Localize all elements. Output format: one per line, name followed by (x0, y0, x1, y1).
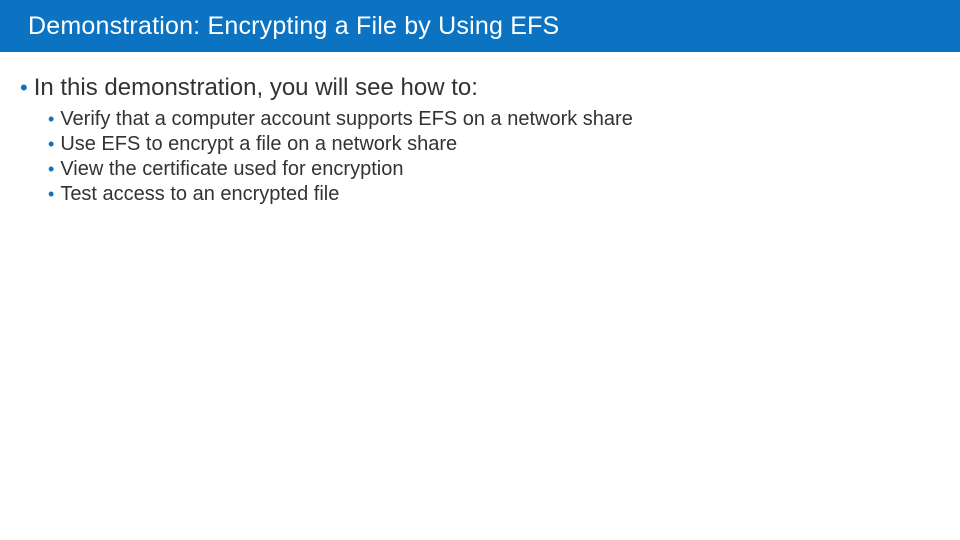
bullet-icon: • (20, 77, 28, 99)
bullet-icon: • (48, 135, 54, 153)
intro-text: In this demonstration, you will see how … (34, 74, 478, 102)
slide-title: Demonstration: Encrypting a File by Usin… (28, 12, 559, 41)
bullet-icon: • (48, 160, 54, 178)
intro-line: • In this demonstration, you will see ho… (20, 74, 940, 102)
title-bar: Demonstration: Encrypting a File by Usin… (0, 0, 960, 52)
list-item-text: View the certificate used for encryption (60, 158, 403, 181)
list-item: • Use EFS to encrypt a file on a network… (48, 133, 940, 156)
list-item-text: Use EFS to encrypt a file on a network s… (60, 133, 457, 156)
bullet-icon: • (48, 110, 54, 128)
slide: Demonstration: Encrypting a File by Usin… (0, 0, 960, 540)
list-item: • Verify that a computer account support… (48, 108, 940, 131)
slide-content: • In this demonstration, you will see ho… (0, 52, 960, 206)
bullet-icon: • (48, 185, 54, 203)
list-item: • View the certificate used for encrypti… (48, 158, 940, 181)
sub-bullet-list: • Verify that a computer account support… (20, 108, 940, 206)
list-item: • Test access to an encrypted file (48, 183, 940, 206)
list-item-text: Test access to an encrypted file (60, 183, 339, 206)
list-item-text: Verify that a computer account supports … (60, 108, 633, 131)
